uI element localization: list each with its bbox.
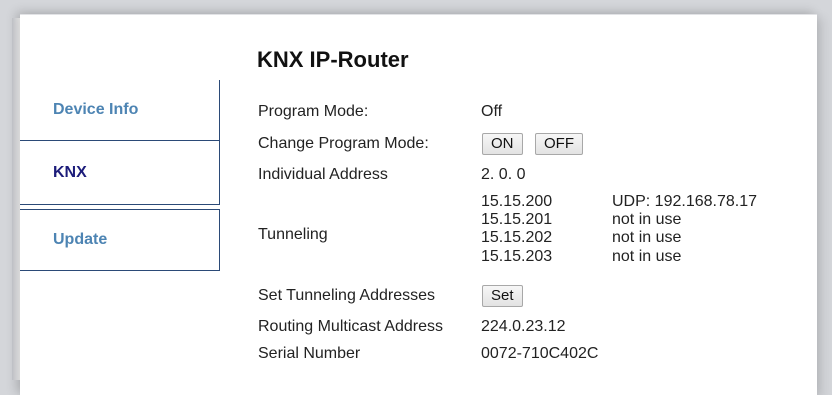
sidebar-item-label: Device Info xyxy=(53,101,139,118)
tunneling-status: not in use xyxy=(612,229,682,246)
sidebar: Device Info KNX Update xyxy=(20,80,220,271)
sidebar-item-label: Update xyxy=(53,231,108,248)
tunneling-address: 15.15.202 xyxy=(481,229,553,246)
routing-multicast-label: Routing Multicast Address xyxy=(258,318,443,335)
serial-number-value: 0072-710C402C xyxy=(481,345,599,362)
sidebar-item-knx[interactable]: KNX xyxy=(20,141,220,205)
individual-address-label: Individual Address xyxy=(258,166,388,183)
window-edge xyxy=(12,18,20,380)
sidebar-item-device-info[interactable]: Device Info xyxy=(20,80,220,141)
program-mode-off-button[interactable]: OFF xyxy=(535,133,583,155)
program-mode-on-button[interactable]: ON xyxy=(482,133,523,155)
sidebar-item-label: KNX xyxy=(53,163,87,181)
tunneling-status: UDP: 192.168.78.17 xyxy=(612,193,757,210)
tunneling-status: not in use xyxy=(612,248,682,265)
individual-address-value: 2. 0. 0 xyxy=(481,166,526,183)
routing-multicast-value: 224.0.23.12 xyxy=(481,318,566,335)
page-title: KNX IP-Router xyxy=(257,47,409,72)
program-mode-value: Off xyxy=(481,103,503,120)
program-mode-label: Program Mode: xyxy=(258,103,369,120)
tunneling-status: not in use xyxy=(612,211,682,228)
set-tunneling-button[interactable]: Set xyxy=(482,285,523,307)
change-program-mode-label: Change Program Mode: xyxy=(258,135,429,152)
sidebar-item-update[interactable]: Update xyxy=(20,209,220,271)
set-tunneling-label: Set Tunneling Addresses xyxy=(258,287,436,304)
serial-number-label: Serial Number xyxy=(258,345,361,362)
tunneling-address: 15.15.201 xyxy=(481,211,553,228)
tunneling-label: Tunneling xyxy=(258,226,328,243)
tunneling-address: 15.15.203 xyxy=(481,248,553,265)
tunneling-address: 15.15.200 xyxy=(481,193,553,210)
